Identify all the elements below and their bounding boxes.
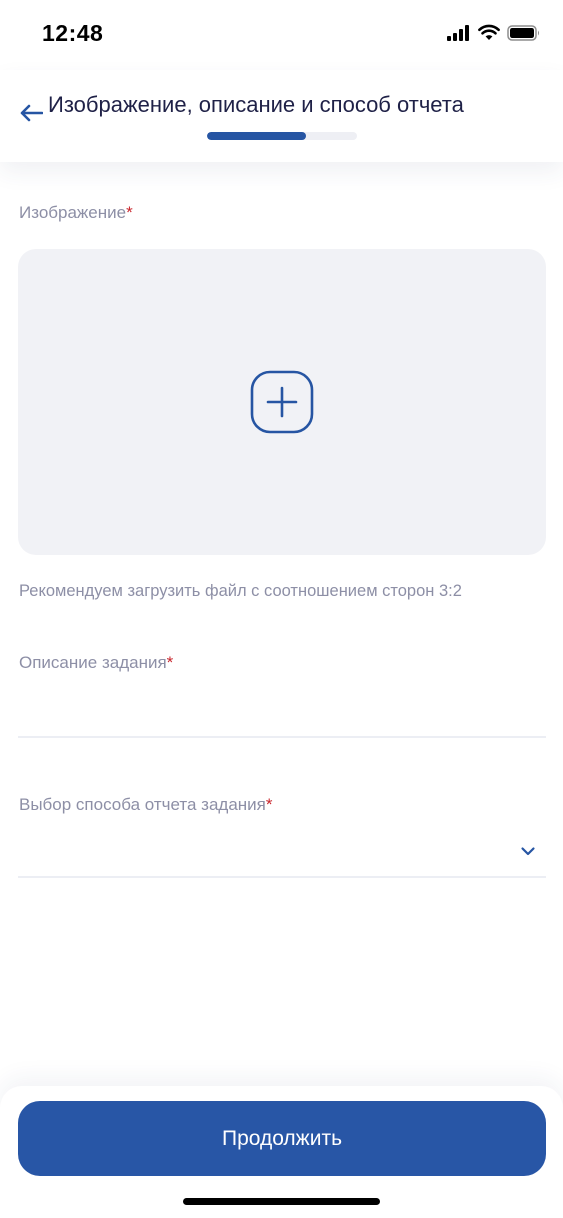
- required-mark: *: [126, 203, 133, 222]
- bottom-panel: Продолжить: [0, 1086, 563, 1218]
- status-icons: [447, 24, 541, 46]
- plus-square-icon[interactable]: [250, 370, 314, 434]
- required-mark: *: [265, 795, 273, 814]
- image-hint: Рекомендуем загрузить файл с соотношение…: [19, 582, 462, 600]
- description-input[interactable]: [18, 690, 546, 738]
- page-title: Изображение, описание и способ отчета: [48, 92, 464, 117]
- progress-fill: [207, 132, 306, 140]
- report-method-label: Выбор способа отчета задания*: [19, 795, 272, 815]
- wifi-icon: [478, 24, 500, 46]
- image-label-text: Изображение: [19, 203, 127, 222]
- image-upload-area[interactable]: [18, 249, 546, 555]
- continue-button[interactable]: Продолжить: [18, 1101, 546, 1176]
- signal-icon: [447, 24, 471, 46]
- back-button[interactable]: [14, 100, 48, 130]
- chevron-down-icon[interactable]: [520, 844, 536, 856]
- status-time: 12:48: [42, 20, 104, 46]
- description-label-text: Описание задания: [19, 653, 167, 672]
- description-label: Описание задания*: [19, 653, 173, 673]
- progress-bar: [207, 132, 357, 140]
- arrow-left-icon: [19, 104, 44, 127]
- report-method-label-text: Выбор способа отчета задания: [19, 795, 266, 814]
- report-method-select[interactable]: [18, 830, 546, 878]
- required-mark: *: [166, 653, 174, 672]
- home-indicator: [183, 1198, 380, 1205]
- image-label: Изображение*: [19, 203, 133, 223]
- header: Изображение, описание и способ отчета: [0, 70, 563, 162]
- battery-icon: [507, 24, 541, 46]
- status-bar: 12:48: [0, 0, 563, 70]
